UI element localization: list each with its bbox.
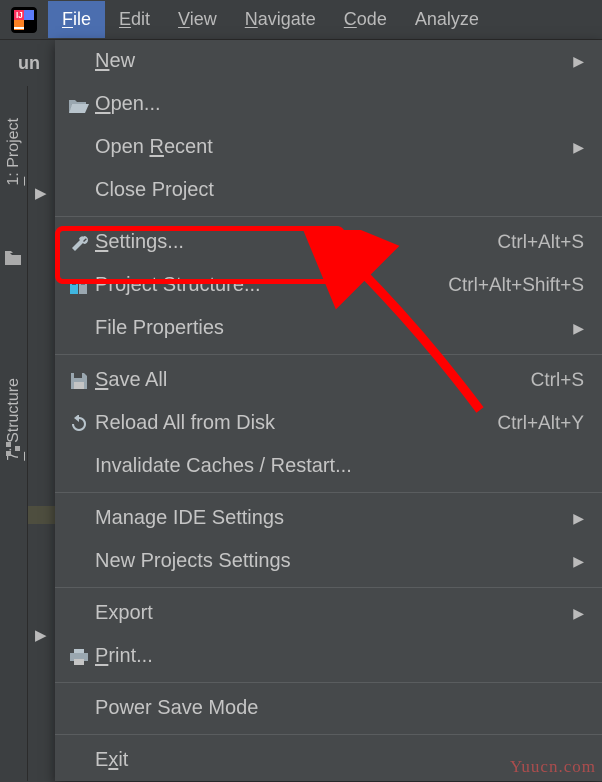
menu-new[interactable]: New ▶ bbox=[55, 40, 602, 83]
menu-invalidate-caches[interactable]: Invalidate Caches / Restart... bbox=[55, 445, 602, 488]
menu-separator bbox=[55, 354, 602, 355]
menu-power-save[interactable]: Power Save Mode bbox=[55, 687, 602, 730]
sidebar-tab-project[interactable]: 1: Project bbox=[3, 116, 25, 188]
shortcut: Ctrl+S bbox=[531, 370, 584, 392]
menu-new-projects-settings[interactable]: New Projects Settings ▶ bbox=[55, 540, 602, 583]
menu-save-all[interactable]: Save All Ctrl+S bbox=[55, 359, 602, 402]
project-name: un bbox=[18, 53, 40, 74]
blank-icon bbox=[65, 698, 93, 720]
chevron-right-icon[interactable]: ▶ bbox=[35, 184, 47, 202]
save-icon bbox=[65, 370, 93, 392]
blank-icon bbox=[65, 508, 93, 530]
menubar-navigate[interactable]: Navigate bbox=[231, 1, 330, 38]
folder-icon bbox=[5, 251, 21, 269]
chevron-right-icon: ▶ bbox=[573, 53, 584, 70]
blank-icon bbox=[65, 551, 93, 573]
blank-icon bbox=[65, 137, 93, 159]
app-logo: IJ bbox=[10, 6, 38, 34]
menu-separator bbox=[55, 216, 602, 217]
menu-settings[interactable]: Settings... Ctrl+Alt+S bbox=[55, 221, 602, 264]
shortcut: Ctrl+Alt+Y bbox=[497, 413, 584, 435]
wrench-icon bbox=[65, 232, 93, 254]
menu-project-structure[interactable]: Project Structure... Ctrl+Alt+Shift+S bbox=[55, 264, 602, 307]
watermark: Yuucn.com bbox=[510, 757, 596, 777]
chevron-right-icon[interactable]: ▶ bbox=[35, 626, 47, 644]
menu-export[interactable]: Export ▶ bbox=[55, 592, 602, 635]
chevron-right-icon: ▶ bbox=[573, 510, 584, 527]
chevron-right-icon: ▶ bbox=[573, 553, 584, 570]
menubar-code[interactable]: Code bbox=[330, 1, 401, 38]
shortcut: Ctrl+Alt+S bbox=[497, 232, 584, 254]
menubar: IJ File Edit View Navigate Code Analyze bbox=[0, 0, 602, 40]
menu-separator bbox=[55, 734, 602, 735]
chevron-right-icon: ▶ bbox=[573, 320, 584, 337]
menu-reload[interactable]: Reload All from Disk Ctrl+Alt+Y bbox=[55, 402, 602, 445]
chevron-right-icon: ▶ bbox=[573, 139, 584, 156]
svg-text:IJ: IJ bbox=[16, 11, 23, 20]
editor-gutter: ▶ ▶ bbox=[28, 86, 55, 781]
reload-icon bbox=[65, 413, 93, 435]
structure-icon bbox=[5, 441, 21, 461]
menu-separator bbox=[55, 492, 602, 493]
folder-open-icon bbox=[65, 94, 93, 116]
menubar-edit[interactable]: Edit bbox=[105, 1, 164, 38]
chevron-right-icon: ▶ bbox=[573, 605, 584, 622]
blank-icon bbox=[65, 603, 93, 625]
menu-print[interactable]: Print... bbox=[55, 635, 602, 678]
menu-separator bbox=[55, 587, 602, 588]
menu-close-project[interactable]: Close Project bbox=[55, 169, 602, 212]
print-icon bbox=[65, 646, 93, 668]
project-structure-icon bbox=[65, 275, 93, 297]
menubar-analyze[interactable]: Analyze bbox=[401, 1, 493, 38]
sidebar: 1: Project 7: Structure bbox=[0, 86, 28, 781]
blank-icon bbox=[65, 180, 93, 202]
file-menu-dropdown: New ▶ Open... Open Recent ▶ Close Projec… bbox=[55, 40, 602, 781]
blank-icon bbox=[65, 51, 93, 73]
menu-file-properties[interactable]: File Properties ▶ bbox=[55, 307, 602, 350]
toolbar: un bbox=[0, 40, 55, 86]
menubar-file[interactable]: File bbox=[48, 1, 105, 38]
menu-manage-ide-settings[interactable]: Manage IDE Settings ▶ bbox=[55, 497, 602, 540]
menu-open[interactable]: Open... bbox=[55, 83, 602, 126]
gutter-mark bbox=[28, 506, 55, 524]
shortcut: Ctrl+Alt+Shift+S bbox=[448, 275, 584, 297]
blank-icon bbox=[65, 750, 93, 772]
menubar-view[interactable]: View bbox=[164, 1, 231, 38]
menu-open-recent[interactable]: Open Recent ▶ bbox=[55, 126, 602, 169]
menu-separator bbox=[55, 682, 602, 683]
blank-icon bbox=[65, 318, 93, 340]
blank-icon bbox=[65, 456, 93, 478]
